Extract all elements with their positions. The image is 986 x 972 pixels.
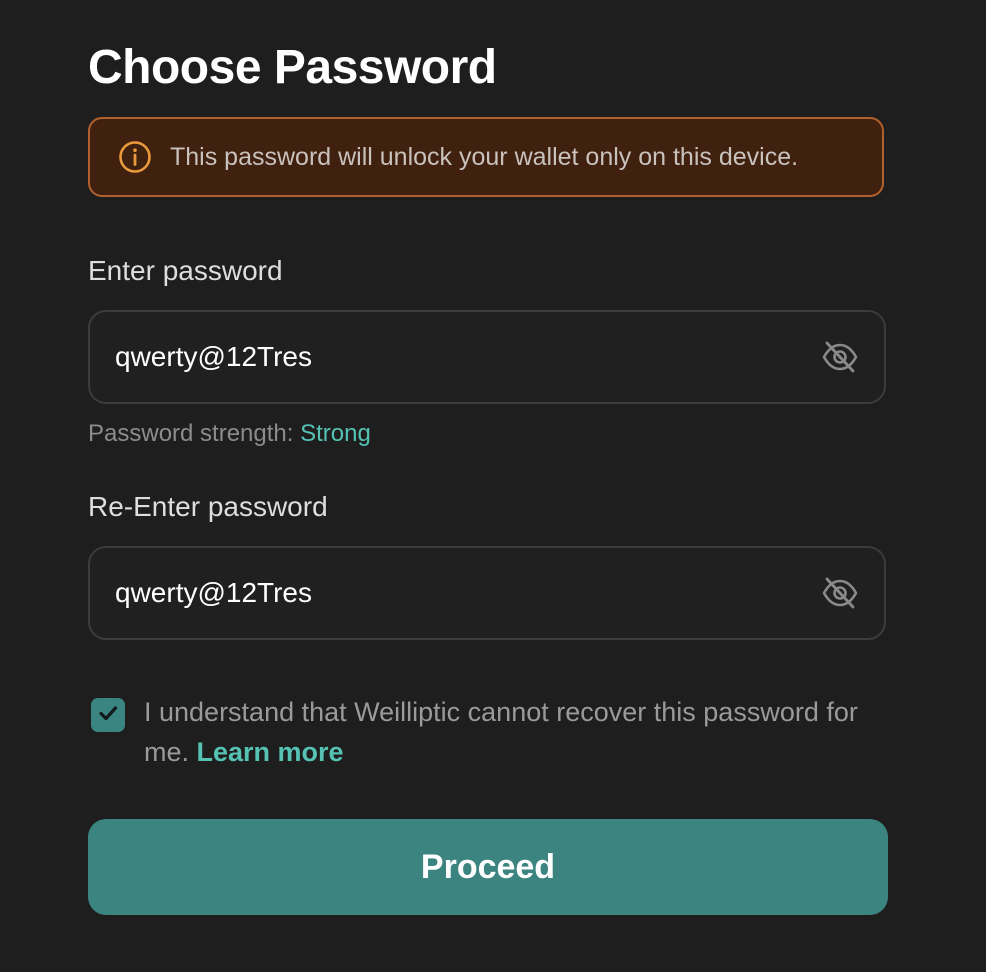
password-input[interactable]	[115, 341, 820, 373]
info-icon	[118, 140, 152, 174]
password-strength: Password strength: Strong	[88, 418, 371, 450]
confirm-password-input[interactable]	[115, 577, 820, 609]
eye-slash-icon[interactable]	[820, 573, 860, 613]
eye-slash-icon[interactable]	[820, 337, 860, 377]
password-label: Enter password	[88, 255, 283, 286]
choose-password-page: Choose Password This password will unloc…	[0, 0, 986, 972]
strength-label: Password strength:	[88, 420, 301, 447]
learn-more-link[interactable]: Learn more	[197, 737, 344, 767]
consent-checkbox[interactable]	[91, 698, 125, 732]
page-title: Choose Password	[88, 41, 497, 94]
check-icon	[97, 702, 119, 729]
warning-banner: This password will unlock your wallet on…	[88, 117, 884, 197]
consent-text: I understand that Weilliptic cannot reco…	[144, 692, 894, 772]
confirm-password-label: Re-Enter password	[88, 491, 328, 522]
proceed-button[interactable]: Proceed	[88, 819, 888, 915]
strength-value: Strong	[300, 420, 371, 447]
password-field[interactable]	[88, 310, 886, 404]
confirm-password-field[interactable]	[88, 546, 886, 640]
warning-text: This password will unlock your wallet on…	[170, 142, 799, 171]
